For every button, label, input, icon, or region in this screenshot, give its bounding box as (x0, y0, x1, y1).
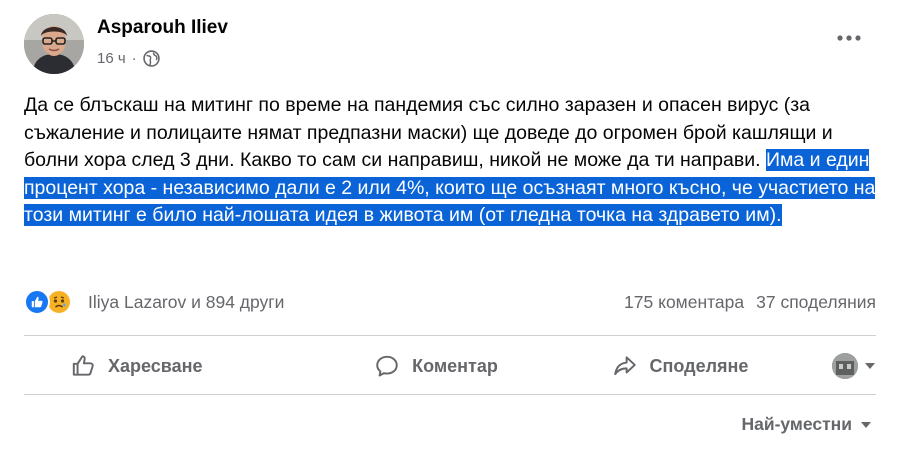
post-meta: 16 ч · (97, 50, 160, 67)
thumbs-up-icon (72, 355, 94, 376)
viewer-avatar (832, 353, 858, 379)
comment-icon (376, 355, 398, 377)
share-icon (613, 356, 636, 376)
globe-icon (142, 50, 160, 67)
comments-count[interactable]: 175 коментара (624, 292, 744, 313)
comment-button[interactable]: Коментар (314, 353, 558, 379)
caret-down-icon (861, 421, 871, 428)
engagement-counts: 175 коментара 37 споделяния (624, 292, 876, 313)
more-options-button[interactable] (834, 26, 864, 50)
post-text-plain: Да се блъскаш на митинг по време на панд… (24, 94, 833, 171)
action-bar: Харесване Коментар Споделяне (24, 346, 876, 386)
divider (24, 394, 876, 395)
meta-dot: · (131, 50, 137, 67)
post-text: Да се блъскаш на митинг по време на панд… (24, 92, 876, 230)
comment-label: Коментар (412, 355, 498, 376)
shares-count[interactable]: 37 споделяния (756, 292, 876, 313)
caret-down-icon (865, 363, 875, 369)
sort-label: Най-уместни (741, 414, 852, 434)
reaction-icons[interactable] (24, 288, 80, 316)
post-time[interactable]: 16 ч (97, 50, 126, 67)
like-button[interactable]: Харесване (24, 353, 314, 379)
author-avatar[interactable] (24, 14, 84, 74)
share-label: Споделяне (649, 355, 749, 376)
divider (24, 335, 876, 336)
author-name[interactable]: Asparouh Iliev (97, 17, 228, 39)
reactions-bar: Iliya Lazarov и 894 други 175 коментара … (24, 288, 876, 316)
share-button[interactable]: Споделяне (558, 353, 802, 379)
like-label: Харесване (108, 355, 203, 376)
reactions-summary[interactable]: Iliya Lazarov и 894 други (88, 292, 284, 313)
like-icon (24, 289, 50, 315)
comment-sort-dropdown[interactable]: Най-уместни (741, 414, 872, 435)
more-dots-icon (837, 35, 861, 41)
audience-selector[interactable] (802, 353, 876, 379)
